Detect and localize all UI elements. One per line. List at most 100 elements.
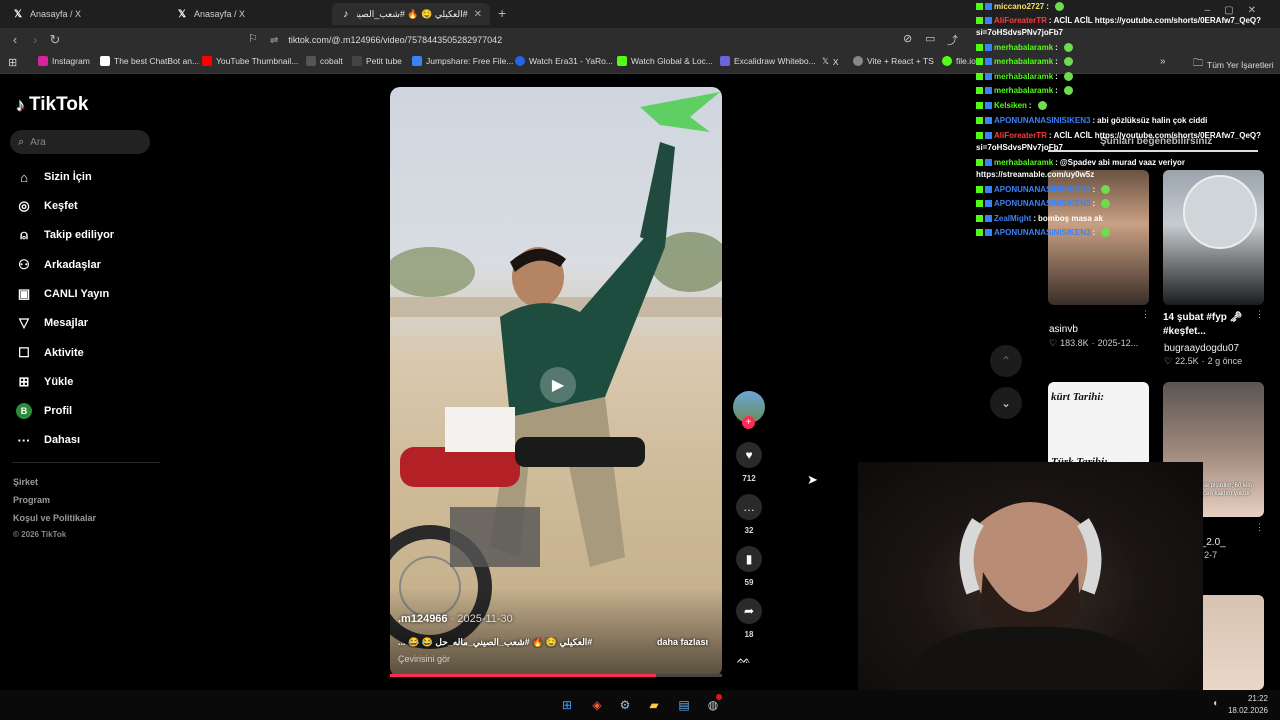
browser-tab[interactable]: 𝕏 Anasayfa / X [4,3,166,25]
nav-profile[interactable]: B Profil [16,401,72,421]
recommendation-user[interactable]: asinvb [1049,324,1078,335]
bookmark-item[interactable]: Instagram [38,56,90,66]
nav-more[interactable]: ··· Dahası [16,430,81,450]
chat-username[interactable]: Kelsiken [994,101,1027,110]
nav-for-you[interactable]: ⌂ Sizin İçin [16,167,92,187]
bookmark-item[interactable]: Watch Era31 - YaRo... [515,56,613,66]
tiktok-logo[interactable]: ♪ TikTok [16,94,88,116]
jumpshare-icon [412,56,422,66]
bookmark-item[interactable]: Watch Global & Loc... [617,56,713,66]
chat-username[interactable]: merhabalaramk [994,158,1053,167]
nav-activity[interactable]: ☐ Aktivite [16,343,84,363]
bookmark-item[interactable]: Excalidraw Whitebo... [720,56,816,66]
chat-username[interactable]: merhabalaramk [994,43,1053,52]
chat-username[interactable]: AliForeaterTR [994,16,1047,25]
cast-icon[interactable]: ▭ [925,32,935,45]
translate-button[interactable]: Çevirisini gör [398,654,450,664]
bookmark-item[interactable]: Petit tube [352,56,402,66]
play-icon[interactable]: ▶ [540,367,576,403]
nav-live[interactable]: ▣ CANLI Yayın [16,284,109,304]
bookmark-item[interactable]: YouTube Thumbnail... [202,56,298,66]
bookmark-icon[interactable]: ▮ [736,546,762,572]
chat-text: https://streamable.com/uy0w5z [976,170,1095,179]
forward-icon[interactable]: › [26,32,44,47]
chat-badge-icon [976,215,983,222]
follow-plus-icon[interactable]: + [742,416,755,429]
chat-badge-icon [976,73,983,80]
bookmark-item[interactable]: Vite + React + TS [853,56,934,66]
nav-upload[interactable]: ⊞ Yükle [16,372,74,392]
search-input[interactable]: ⌕ Ara [10,130,150,154]
speaker-icon[interactable]: ◖ [1212,698,1218,709]
footer-link-company[interactable]: Şirket [13,477,38,487]
video-author[interactable]: .m124966 [398,613,448,625]
x-logo-icon: 𝕏 [13,8,23,20]
tiktok-icon: ♪ [343,8,349,20]
chat-username[interactable]: APONUNANASINISIKEN3 [994,228,1090,237]
chat-username[interactable]: merhabalaramk [994,57,1053,66]
site-info-icon[interactable]: ⇌ [270,35,278,46]
reload-icon[interactable]: ↻ [46,32,64,48]
chat-badge-icon [985,229,992,236]
close-tab-icon[interactable]: ✕ [474,9,482,20]
message-icon: ▽ [19,315,29,330]
chat-separator: : [1028,101,1032,110]
video-player[interactable]: ▶ .m124966 · 2025-11-30 #العكيلي 🤤 🔥 #شع… [390,87,722,677]
chat-username[interactable]: APONUNANASINISIKEN3 [994,116,1090,125]
next-video-button[interactable]: ⌄ [990,387,1022,419]
comment-icon[interactable]: … [736,494,762,520]
x-logo-icon: 𝕏 [822,56,829,66]
file-explorer-icon[interactable]: ▰ [645,696,663,714]
chat-username[interactable]: ZealMight [994,214,1031,223]
heart-icon[interactable]: ♥ [736,442,762,468]
bookmark-item[interactable]: 𝕏X [822,56,839,67]
more-options-icon[interactable]: ⋮ [1255,522,1264,533]
heart-outline-icon: ♡ [1049,338,1058,348]
music-disc-icon[interactable]: ᨐ [737,652,751,667]
video-progress-bar[interactable] [390,674,722,677]
bookmark-item[interactable]: Jumpshare: Free File... [412,56,513,66]
browser-tab-active[interactable]: ♪ #العكيلي 🤤 🔥 #شعب_الصينـ... ✕ [332,3,490,25]
back-icon[interactable]: ‹ [6,32,24,47]
clock-time: 21:22 [1247,694,1268,703]
nav-following[interactable]: ⍝ Takip ediliyor [16,225,114,245]
nav-messages[interactable]: ▽ Mesajlar [16,313,88,333]
system-clock[interactable]: 21:22 18.02.2026 [1228,693,1268,717]
browser-tab[interactable]: 𝕏 Anasayfa / X [168,3,330,25]
bookmark-item[interactable]: file.io [942,56,976,66]
store-icon[interactable]: ▤ [675,696,693,714]
steam-icon[interactable]: ⚙ [616,696,634,714]
brave-browser-icon[interactable]: ◈ [588,696,606,714]
reader-icon[interactable]: ⊘ [903,32,912,45]
chat-username[interactable]: APONUNANASINISIKEN3 [994,185,1090,194]
windows-start-icon[interactable]: ⊞ [558,696,576,714]
share-arrow-icon[interactable]: ➦ [736,598,762,624]
more-caption-button[interactable]: daha fazlası [657,637,708,647]
chat-username[interactable]: merhabalaramk [994,86,1053,95]
friends-icon: ⚇ [18,257,30,272]
new-tab-button[interactable]: + [498,5,506,21]
apps-grid-icon[interactable]: ⊞ [8,56,17,69]
tab-title: Anasayfa / X [30,9,82,19]
more-options-icon[interactable]: ⋮ [1255,309,1264,320]
chat-username[interactable]: merhabalaramk [994,72,1053,81]
live-icon: ▣ [17,286,31,301]
footer-link-program[interactable]: Program [13,495,50,505]
heart-outline-icon: ♡ [1164,356,1173,366]
kick-icon [617,56,627,66]
chat-username[interactable]: miccano2727 [994,2,1044,11]
recommendation-user[interactable]: bugraaydogdu07 [1164,343,1239,354]
previous-video-button[interactable]: ⌃ [990,345,1022,377]
chat-username[interactable]: AliForeaterTR [994,131,1047,140]
nav-friends[interactable]: ⚇ Arkadaşlar [16,255,101,275]
chat-username[interactable]: APONUNANASINISIKEN3 [994,199,1090,208]
footer-link-terms[interactable]: Koşul ve Politikalar [13,513,96,523]
more-options-icon[interactable]: ⋮ [1141,309,1150,320]
bookmark-icon[interactable]: ⚐ [248,32,258,45]
share-icon[interactable]: ⤴ [947,32,958,48]
bookmark-item[interactable]: cobalt [306,56,343,66]
bookmark-item[interactable]: The best ChatBot an... [100,56,199,66]
chat-separator: : [1092,116,1096,125]
url-field[interactable]: ⇌ tiktok.com/@.m124966/video/75784435052… [270,31,970,49]
nav-explore[interactable]: ◎ Keşfet [16,196,77,216]
